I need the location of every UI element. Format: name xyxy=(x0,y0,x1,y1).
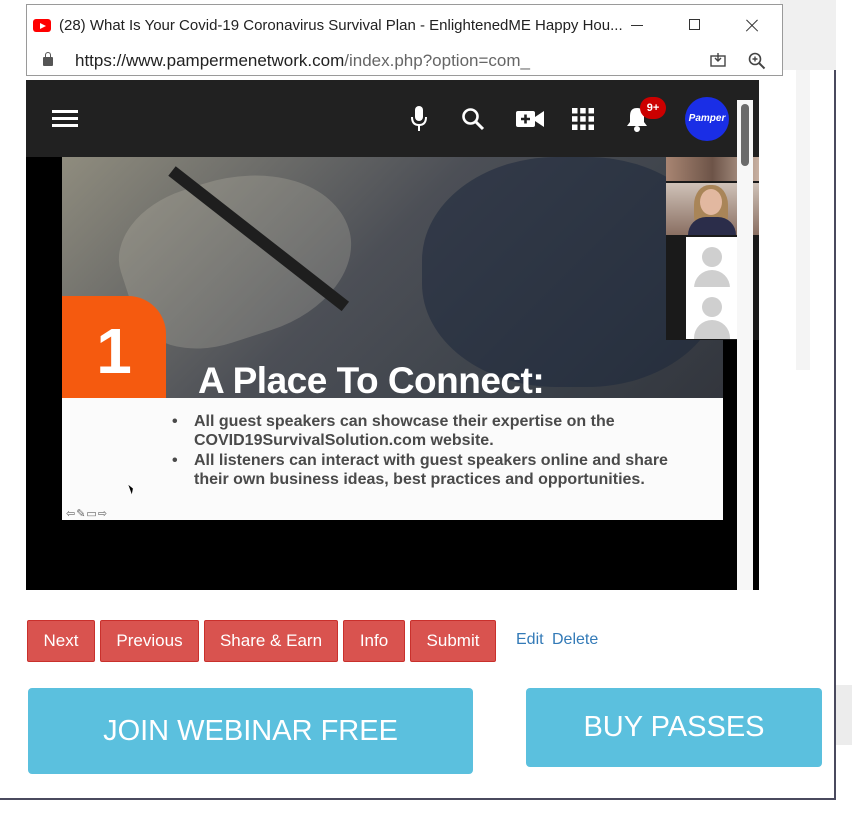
apps-icon[interactable] xyxy=(572,108,594,130)
video-add-icon[interactable] xyxy=(516,109,544,129)
slide-bullet-list: All guest speakers can showcase their ex… xyxy=(172,412,692,490)
background-page-strip xyxy=(836,685,852,745)
slide-number: 1 xyxy=(96,315,132,387)
menu-icon[interactable] xyxy=(52,110,78,128)
window-title: (28) What Is Your Covid-19 Coronavirus S… xyxy=(59,17,623,34)
participant-avatar-icon[interactable] xyxy=(686,237,738,289)
background-page-strip xyxy=(780,0,836,70)
join-webinar-button[interactable]: JOIN WEBINAR FREE xyxy=(28,688,473,774)
info-button[interactable]: Info xyxy=(343,620,405,662)
install-icon[interactable] xyxy=(710,53,726,67)
slide-bullet: All guest speakers can showcase their ex… xyxy=(172,412,692,450)
participant-avatar-icon[interactable] xyxy=(686,287,738,339)
slide-bullet-panel: All guest speakers can showcase their ex… xyxy=(62,398,723,520)
next-button[interactable]: Next xyxy=(27,620,95,662)
notification-badge[interactable]: 9+ xyxy=(640,97,666,119)
app-header: 9+ Pamper xyxy=(26,80,759,157)
url-text[interactable]: https://www.pampermenetwork.com/index.ph… xyxy=(75,51,530,71)
search-icon[interactable] xyxy=(461,107,485,131)
scrollbar-thumb[interactable] xyxy=(741,104,749,166)
edit-link[interactable]: Edit xyxy=(516,631,544,649)
maximize-icon[interactable] xyxy=(681,13,709,37)
slide-bullet: All listeners can interact with guest sp… xyxy=(172,451,692,489)
avatar[interactable]: Pamper xyxy=(685,97,729,141)
url-host: https://www.pampermenetwork.com xyxy=(75,51,345,70)
youtube-icon xyxy=(33,19,51,32)
close-icon[interactable] xyxy=(739,13,767,37)
share-earn-button[interactable]: Share & Earn xyxy=(204,620,338,662)
slide-title: A Place To Connect: xyxy=(198,360,545,401)
mic-icon[interactable] xyxy=(410,106,428,132)
slide-number-box: 1 xyxy=(62,296,166,398)
background-page-strip xyxy=(796,70,810,370)
previous-button[interactable]: Previous xyxy=(100,620,199,662)
buy-passes-button[interactable]: BUY PASSES xyxy=(526,688,822,767)
scrollbar[interactable] xyxy=(737,100,753,590)
zoom-icon[interactable] xyxy=(748,52,766,70)
delete-link[interactable]: Delete xyxy=(552,631,598,649)
submit-button[interactable]: Submit xyxy=(410,620,496,662)
minimize-icon[interactable] xyxy=(623,13,651,37)
presentation-slide: 1 A Place To Connect: All guest speakers… xyxy=(62,157,723,520)
slide-nav-controls[interactable]: ⇦✎▭⇨ xyxy=(66,507,108,520)
popup-window: (28) What Is Your Covid-19 Coronavirus S… xyxy=(26,4,783,76)
lock-icon[interactable] xyxy=(43,52,53,66)
url-path: /index.php?option=com_ xyxy=(344,51,530,70)
window-titlebar[interactable]: (28) What Is Your Covid-19 Coronavirus S… xyxy=(27,5,784,45)
video-app: 9+ Pamper 1 A Place To Connect: All gues… xyxy=(26,80,759,590)
address-bar[interactable]: https://www.pampermenetwork.com/index.ph… xyxy=(27,45,784,77)
